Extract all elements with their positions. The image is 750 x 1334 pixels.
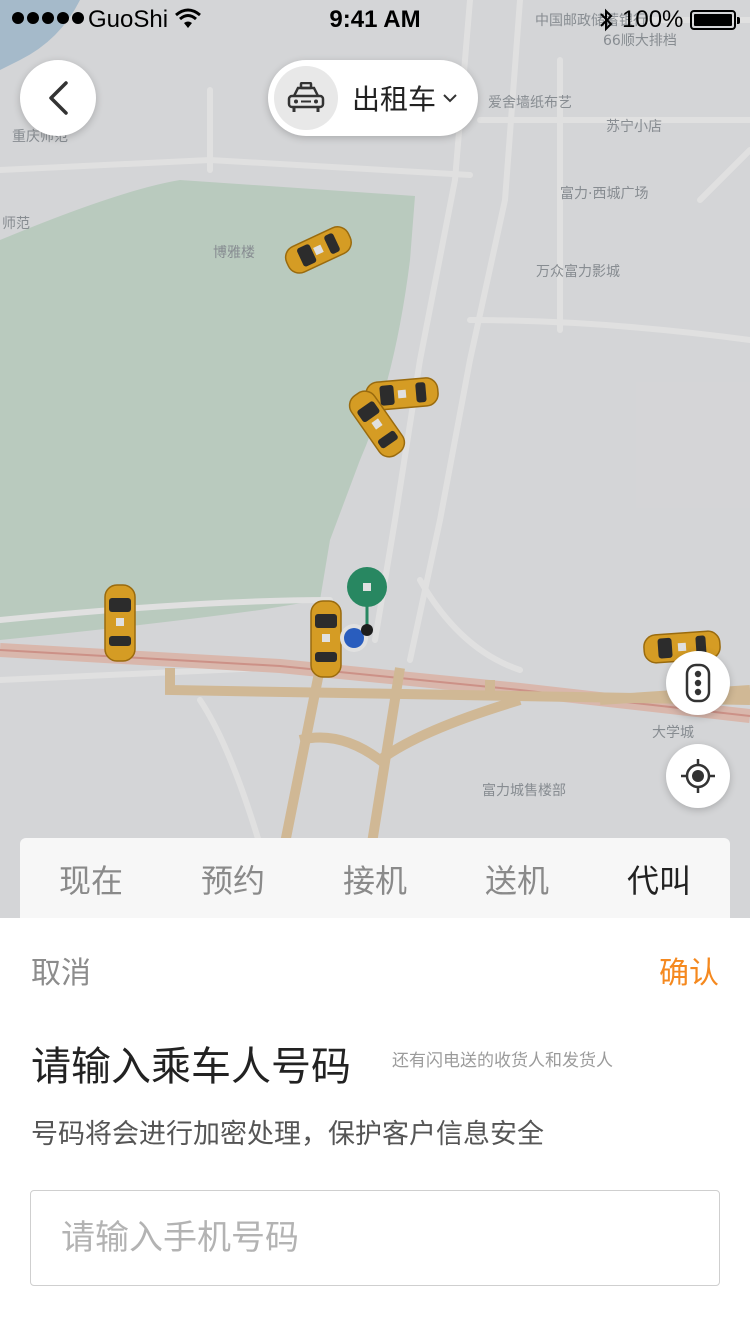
- battery-percent: 100%: [622, 6, 684, 33]
- back-button[interactable]: [20, 60, 96, 136]
- traffic-toggle-button[interactable]: [666, 651, 730, 715]
- vehicle-type-label: 出租车: [352, 83, 437, 116]
- taxi-icon: [348, 390, 406, 458]
- phone-input[interactable]: [30, 1190, 720, 1286]
- map-label-shifan: 师范: [2, 216, 30, 232]
- bluetooth-icon: [600, 8, 613, 32]
- vehicle-type-selector[interactable]: 出租车: [268, 60, 478, 136]
- tab-airport-dropoff[interactable]: 送机: [446, 856, 588, 902]
- passenger-phone-sheet: 取消 确认 请输入乘车人号码 还有闪电送的收货人和发货人 号码将会进行加密处理，…: [0, 918, 750, 1334]
- battery-icon: [690, 10, 740, 30]
- sheet-subtitle: 号码将会进行加密处理，保护客户信息安全: [31, 1119, 544, 1150]
- taxi-car-icon: [287, 82, 325, 112]
- status-bar: GuoShi 9:41 AM 100%: [0, 0, 750, 40]
- cancel-button[interactable]: 取消: [31, 948, 91, 992]
- tab-reserve[interactable]: 预约: [162, 856, 304, 902]
- crosshair-icon: [681, 759, 715, 793]
- sheet-title: 请输入乘车人号码: [31, 1044, 351, 1090]
- taxi-icon: [104, 584, 136, 662]
- map-label-fuli-west: 富力·西城广场: [560, 186, 649, 202]
- tab-airport-pickup[interactable]: 接机: [304, 856, 446, 902]
- tab-call-for-others[interactable]: 代叫: [588, 856, 730, 902]
- map-label-boya: 博雅楼: [213, 245, 255, 261]
- sheet-hint: 还有闪电送的收货人和发货人: [392, 1051, 613, 1071]
- chevron-down-icon: [443, 94, 457, 103]
- map-view[interactable]: 中国邮政储蓄银行 66顺大排档 爱舍墙纸布艺 苏宁小店 富力·西城广场 万众富力…: [0, 0, 750, 918]
- tab-now[interactable]: 现在: [20, 856, 162, 902]
- pickup-pin-icon[interactable]: [338, 566, 398, 660]
- locate-me-button[interactable]: [666, 744, 730, 808]
- map-label-suning: 苏宁小店: [606, 119, 662, 135]
- map-label-love-shop: 爱舍墙纸布艺: [488, 95, 572, 111]
- taxi-icon: [284, 226, 352, 274]
- service-tabs: 现在 预约 接机 送机 代叫: [20, 838, 730, 918]
- confirm-button[interactable]: 确认: [659, 948, 719, 992]
- traffic-light-icon: [685, 663, 711, 703]
- map-label-wanzhong: 万众富力影城: [536, 264, 620, 280]
- map-label-sales-office: 富力城售楼部: [482, 783, 566, 799]
- vehicle-icon-badge: [274, 66, 338, 130]
- map-label-daxuecheng: 大学城: [652, 725, 694, 741]
- chevron-left-icon: [49, 81, 68, 115]
